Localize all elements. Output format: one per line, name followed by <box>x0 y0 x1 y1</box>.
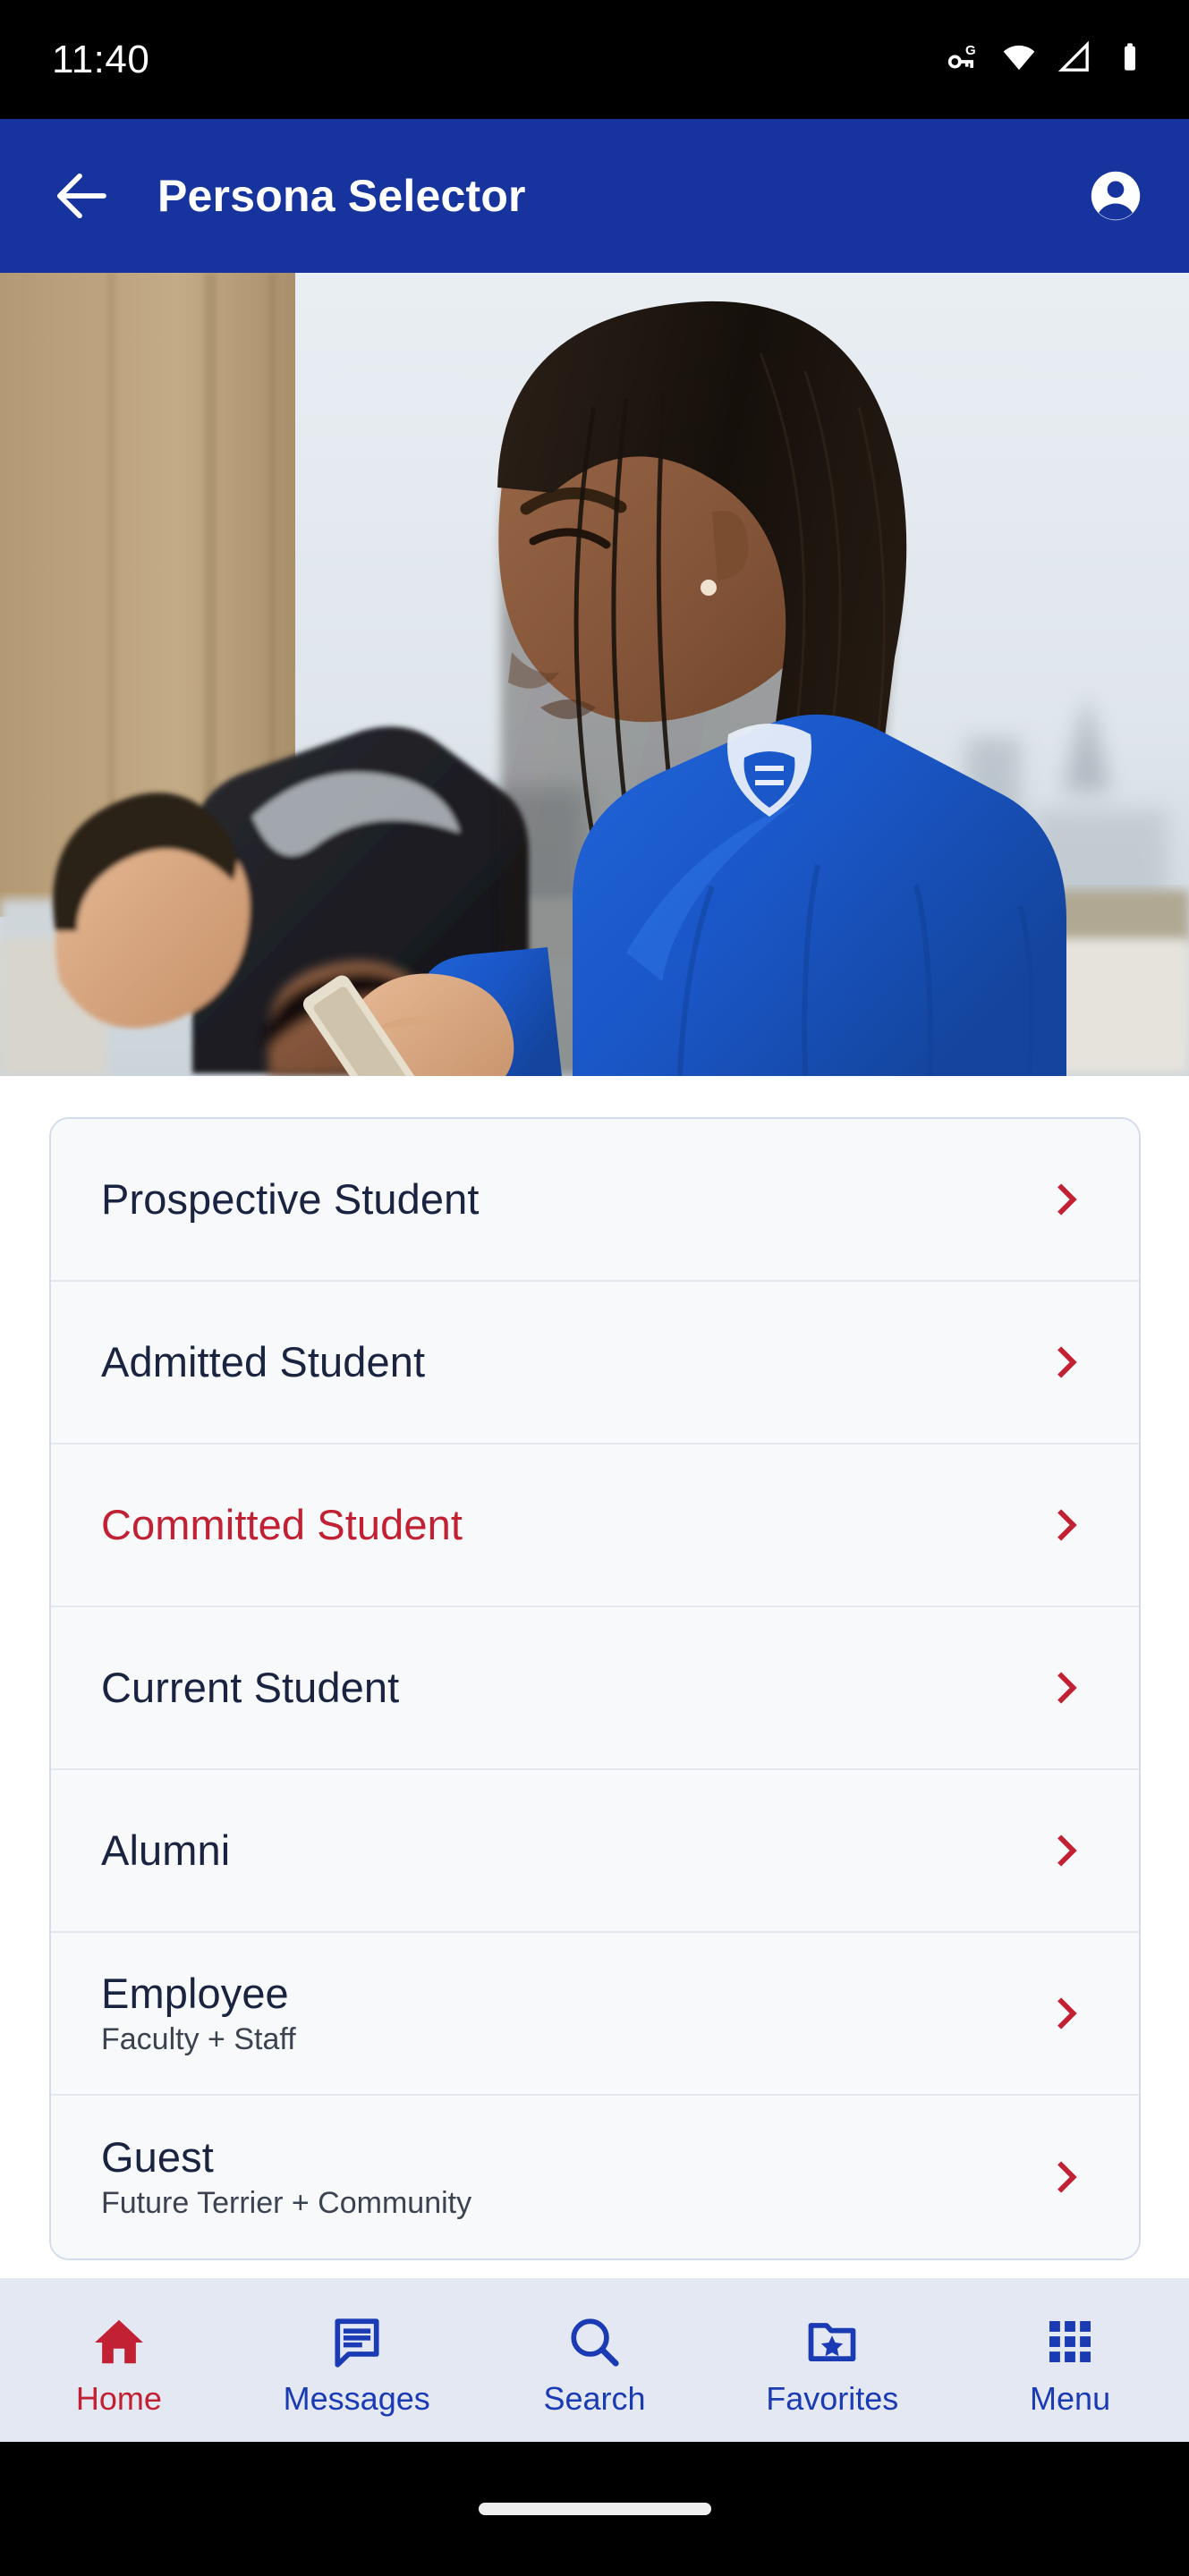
system-gesture-bar <box>0 2442 1189 2576</box>
page-title: Persona Selector <box>157 171 526 221</box>
persona-row-texts: Guest Future Terrier + Community <box>101 2133 1042 2222</box>
nav-item-search[interactable]: Search <box>476 2278 714 2442</box>
persona-row-prospective-student[interactable]: Prospective Student <box>51 1119 1139 1282</box>
persona-row-admitted-student[interactable]: Admitted Student <box>51 1282 1139 1445</box>
chevron-right-icon[interactable] <box>1042 1989 1091 2038</box>
arrow-back-icon[interactable] <box>47 160 118 232</box>
content-area: Prospective Student Admitted Student Com… <box>0 1076 1189 2355</box>
nav-item-home[interactable]: Home <box>0 2278 238 2442</box>
persona-row-texts: Current Student <box>101 1664 1042 1712</box>
hero-image <box>0 273 1189 1076</box>
gesture-pill[interactable] <box>478 2503 711 2515</box>
nav-label: Favorites <box>766 2379 899 2417</box>
persona-row-alumni[interactable]: Alumni <box>51 1770 1139 1933</box>
persona-row-texts: Employee Faculty + Staff <box>101 1970 1042 2058</box>
persona-subtitle: Future Terrier + Community <box>101 2186 472 2221</box>
chevron-right-icon[interactable] <box>1042 1826 1091 1875</box>
app-bar: Persona Selector <box>0 119 1189 273</box>
grid-menu-icon <box>1041 2313 1099 2370</box>
status-bar-clock: 11:40 <box>52 37 150 81</box>
vpn-key-g-icon: G <box>946 39 981 80</box>
search-icon <box>565 2313 623 2370</box>
persona-title: Current Student <box>101 1664 400 1712</box>
persona-title: Employee <box>101 1969 289 2017</box>
chevron-right-icon[interactable] <box>1042 1501 1091 1549</box>
persona-row-guest[interactable]: Guest Future Terrier + Community <box>51 2096 1139 2258</box>
persona-list-card: Prospective Student Admitted Student Com… <box>49 1117 1141 2260</box>
nav-label: Search <box>543 2379 646 2417</box>
nav-item-menu[interactable]: Menu <box>951 2278 1189 2442</box>
status-bar: 11:40 G <box>0 0 1189 119</box>
chevron-right-icon[interactable] <box>1042 1175 1091 1224</box>
home-icon <box>90 2313 148 2370</box>
chevron-right-icon[interactable] <box>1042 1664 1091 1712</box>
nav-label: Messages <box>283 2379 430 2417</box>
persona-title: Guest <box>101 2132 214 2181</box>
chevron-right-icon[interactable] <box>1042 1338 1091 1386</box>
persona-row-texts: Prospective Student <box>101 1175 1042 1224</box>
persona-row-texts: Admitted Student <box>101 1338 1042 1386</box>
cellular-signal-icon <box>1057 39 1092 80</box>
persona-row-texts: Alumni <box>101 1826 1042 1875</box>
wifi-icon <box>1001 39 1037 80</box>
favorites-folder-star-icon <box>803 2313 861 2370</box>
nav-label: Menu <box>1030 2379 1111 2417</box>
app-screen: 11:40 G Persona Selector Prospective Stu… <box>0 0 1189 2576</box>
nav-item-messages[interactable]: Messages <box>238 2278 476 2442</box>
hero-illustration <box>0 273 1189 1076</box>
persona-subtitle: Faculty + Staff <box>101 2022 296 2057</box>
nav-label: Home <box>75 2379 162 2417</box>
chevron-right-icon[interactable] <box>1042 2153 1091 2201</box>
persona-title: Committed Student <box>101 1501 463 1549</box>
status-bar-icons: G <box>946 39 1148 80</box>
persona-row-committed-student[interactable]: Committed Student <box>51 1445 1139 1607</box>
persona-row-employee[interactable]: Employee Faculty + Staff <box>51 1933 1139 2096</box>
battery-icon <box>1112 39 1148 80</box>
persona-title: Prospective Student <box>101 1175 480 1224</box>
persona-row-current-student[interactable]: Current Student <box>51 1607 1139 1770</box>
bottom-navigation-bar: Home Messages Search Favorites Menu <box>0 2278 1189 2442</box>
svg-text:G: G <box>965 43 976 58</box>
persona-title: Alumni <box>101 1826 231 1875</box>
persona-row-texts: Committed Student <box>101 1501 1042 1549</box>
nav-item-favorites[interactable]: Favorites <box>713 2278 951 2442</box>
messages-icon <box>328 2313 386 2370</box>
account-circle-icon[interactable] <box>1080 160 1151 232</box>
persona-title: Admitted Student <box>101 1338 426 1386</box>
